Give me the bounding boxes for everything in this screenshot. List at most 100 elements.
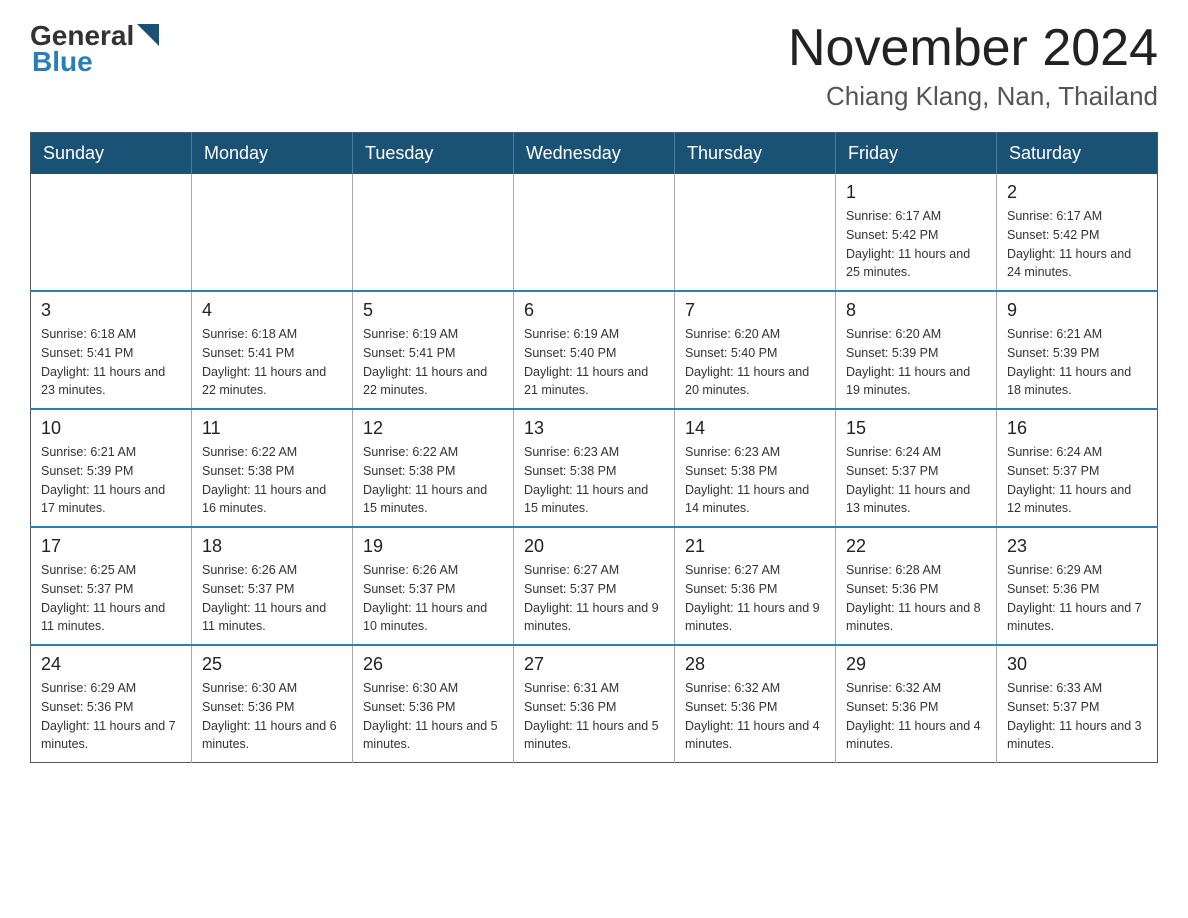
calendar-cell: 30 Sunrise: 6:33 AM Sunset: 5:37 PM Dayli… <box>997 645 1158 763</box>
day-info: Sunrise: 6:25 AM Sunset: 5:37 PM Dayligh… <box>41 561 181 636</box>
day-info: Sunrise: 6:29 AM Sunset: 5:36 PM Dayligh… <box>41 679 181 754</box>
day-number: 7 <box>685 300 825 321</box>
calendar-cell: 1 Sunrise: 6:17 AM Sunset: 5:42 PM Daylig… <box>836 174 997 291</box>
day-info: Sunrise: 6:17 AM Sunset: 5:42 PM Dayligh… <box>1007 207 1147 282</box>
day-info: Sunrise: 6:18 AM Sunset: 5:41 PM Dayligh… <box>202 325 342 400</box>
day-number: 5 <box>363 300 503 321</box>
day-number: 9 <box>1007 300 1147 321</box>
calendar-cell: 17 Sunrise: 6:25 AM Sunset: 5:37 PM Dayli… <box>31 527 192 645</box>
day-number: 23 <box>1007 536 1147 557</box>
calendar-cell <box>675 174 836 291</box>
logo-triangle-icon <box>137 24 159 46</box>
calendar-cell: 19 Sunrise: 6:26 AM Sunset: 5:37 PM Dayli… <box>353 527 514 645</box>
calendar-cell: 20Sunrise: 6:27 AM Sunset: 5:37 PM Dayli… <box>514 527 675 645</box>
day-info: Sunrise: 6:20 AM Sunset: 5:40 PM Dayligh… <box>685 325 825 400</box>
calendar-cell: 29 Sunrise: 6:32 AM Sunset: 5:36 PM Dayli… <box>836 645 997 763</box>
day-info: Sunrise: 6:22 AM Sunset: 5:38 PM Dayligh… <box>363 443 503 518</box>
day-info: Sunrise: 6:29 AM Sunset: 5:36 PM Dayligh… <box>1007 561 1147 636</box>
calendar-cell <box>31 174 192 291</box>
calendar-week-row: 17 Sunrise: 6:25 AM Sunset: 5:37 PM Dayli… <box>31 527 1158 645</box>
day-info: Sunrise: 6:26 AM Sunset: 5:37 PM Dayligh… <box>202 561 342 636</box>
day-number: 15 <box>846 418 986 439</box>
day-number: 2 <box>1007 182 1147 203</box>
logo-text-blue: Blue <box>32 46 159 78</box>
day-number: 18 <box>202 536 342 557</box>
calendar-cell: 13Sunrise: 6:23 AM Sunset: 5:38 PM Dayli… <box>514 409 675 527</box>
calendar-cell: 10 Sunrise: 6:21 AM Sunset: 5:39 PM Dayli… <box>31 409 192 527</box>
calendar-week-row: 24 Sunrise: 6:29 AM Sunset: 5:36 PM Dayli… <box>31 645 1158 763</box>
day-number: 25 <box>202 654 342 675</box>
calendar-week-row: 1 Sunrise: 6:17 AM Sunset: 5:42 PM Daylig… <box>31 174 1158 291</box>
calendar-cell <box>353 174 514 291</box>
day-info: Sunrise: 6:19 AM Sunset: 5:40 PM Dayligh… <box>524 325 664 400</box>
day-number: 30 <box>1007 654 1147 675</box>
day-info: Sunrise: 6:24 AM Sunset: 5:37 PM Dayligh… <box>846 443 986 518</box>
location-title: Chiang Klang, Nan, Thailand <box>788 81 1158 112</box>
day-info: Sunrise: 6:27 AM Sunset: 5:37 PM Dayligh… <box>524 561 664 636</box>
calendar-header-sunday: Sunday <box>31 133 192 175</box>
calendar-cell: 4Sunrise: 6:18 AM Sunset: 5:41 PM Daylig… <box>192 291 353 409</box>
logo: General Blue <box>30 20 159 78</box>
calendar-cell: 12 Sunrise: 6:22 AM Sunset: 5:38 PM Dayli… <box>353 409 514 527</box>
calendar-cell: 5Sunrise: 6:19 AM Sunset: 5:41 PM Daylig… <box>353 291 514 409</box>
day-info: Sunrise: 6:33 AM Sunset: 5:37 PM Dayligh… <box>1007 679 1147 754</box>
day-number: 21 <box>685 536 825 557</box>
calendar-cell: 3 Sunrise: 6:18 AM Sunset: 5:41 PM Daylig… <box>31 291 192 409</box>
calendar-week-row: 10 Sunrise: 6:21 AM Sunset: 5:39 PM Dayli… <box>31 409 1158 527</box>
calendar-cell: 11Sunrise: 6:22 AM Sunset: 5:38 PM Dayli… <box>192 409 353 527</box>
day-number: 1 <box>846 182 986 203</box>
calendar-cell: 22Sunrise: 6:28 AM Sunset: 5:36 PM Dayli… <box>836 527 997 645</box>
day-number: 10 <box>41 418 181 439</box>
day-number: 27 <box>524 654 664 675</box>
calendar-cell: 14 Sunrise: 6:23 AM Sunset: 5:38 PM Dayli… <box>675 409 836 527</box>
calendar-cell: 23 Sunrise: 6:29 AM Sunset: 5:36 PM Dayli… <box>997 527 1158 645</box>
day-number: 12 <box>363 418 503 439</box>
day-info: Sunrise: 6:18 AM Sunset: 5:41 PM Dayligh… <box>41 325 181 400</box>
calendar-cell: 15 Sunrise: 6:24 AM Sunset: 5:37 PM Dayli… <box>836 409 997 527</box>
day-info: Sunrise: 6:20 AM Sunset: 5:39 PM Dayligh… <box>846 325 986 400</box>
day-info: Sunrise: 6:21 AM Sunset: 5:39 PM Dayligh… <box>1007 325 1147 400</box>
day-info: Sunrise: 6:21 AM Sunset: 5:39 PM Dayligh… <box>41 443 181 518</box>
day-number: 26 <box>363 654 503 675</box>
calendar-cell: 18 Sunrise: 6:26 AM Sunset: 5:37 PM Dayli… <box>192 527 353 645</box>
day-info: Sunrise: 6:30 AM Sunset: 5:36 PM Dayligh… <box>363 679 503 754</box>
day-number: 17 <box>41 536 181 557</box>
calendar-cell: 2 Sunrise: 6:17 AM Sunset: 5:42 PM Daylig… <box>997 174 1158 291</box>
day-number: 3 <box>41 300 181 321</box>
calendar-header-wednesday: Wednesday <box>514 133 675 175</box>
calendar-header-saturday: Saturday <box>997 133 1158 175</box>
day-number: 24 <box>41 654 181 675</box>
day-info: Sunrise: 6:32 AM Sunset: 5:36 PM Dayligh… <box>685 679 825 754</box>
day-number: 19 <box>363 536 503 557</box>
day-number: 11 <box>202 418 342 439</box>
calendar-cell: 8 Sunrise: 6:20 AM Sunset: 5:39 PM Daylig… <box>836 291 997 409</box>
day-info: Sunrise: 6:23 AM Sunset: 5:38 PM Dayligh… <box>524 443 664 518</box>
day-info: Sunrise: 6:28 AM Sunset: 5:36 PM Dayligh… <box>846 561 986 636</box>
day-info: Sunrise: 6:17 AM Sunset: 5:42 PM Dayligh… <box>846 207 986 282</box>
day-info: Sunrise: 6:26 AM Sunset: 5:37 PM Dayligh… <box>363 561 503 636</box>
calendar-cell: 9 Sunrise: 6:21 AM Sunset: 5:39 PM Daylig… <box>997 291 1158 409</box>
calendar-cell: 26 Sunrise: 6:30 AM Sunset: 5:36 PM Dayli… <box>353 645 514 763</box>
calendar-cell: 16Sunrise: 6:24 AM Sunset: 5:37 PM Dayli… <box>997 409 1158 527</box>
calendar-week-row: 3 Sunrise: 6:18 AM Sunset: 5:41 PM Daylig… <box>31 291 1158 409</box>
calendar-cell: 6 Sunrise: 6:19 AM Sunset: 5:40 PM Daylig… <box>514 291 675 409</box>
calendar-table: SundayMondayTuesdayWednesdayThursdayFrid… <box>30 132 1158 763</box>
month-title: November 2024 <box>788 20 1158 77</box>
day-info: Sunrise: 6:32 AM Sunset: 5:36 PM Dayligh… <box>846 679 986 754</box>
day-info: Sunrise: 6:23 AM Sunset: 5:38 PM Dayligh… <box>685 443 825 518</box>
day-number: 14 <box>685 418 825 439</box>
day-number: 29 <box>846 654 986 675</box>
calendar-cell: 24 Sunrise: 6:29 AM Sunset: 5:36 PM Dayli… <box>31 645 192 763</box>
calendar-header-monday: Monday <box>192 133 353 175</box>
day-number: 8 <box>846 300 986 321</box>
page-header: General Blue November 2024 Chiang Klang,… <box>30 20 1158 112</box>
day-number: 6 <box>524 300 664 321</box>
calendar-header-friday: Friday <box>836 133 997 175</box>
calendar-cell: 7 Sunrise: 6:20 AM Sunset: 5:40 PM Daylig… <box>675 291 836 409</box>
calendar-cell: 25 Sunrise: 6:30 AM Sunset: 5:36 PM Dayli… <box>192 645 353 763</box>
calendar-cell: 28Sunrise: 6:32 AM Sunset: 5:36 PM Dayli… <box>675 645 836 763</box>
title-block: November 2024 Chiang Klang, Nan, Thailan… <box>788 20 1158 112</box>
calendar-header-tuesday: Tuesday <box>353 133 514 175</box>
day-info: Sunrise: 6:30 AM Sunset: 5:36 PM Dayligh… <box>202 679 342 754</box>
calendar-header-row: SundayMondayTuesdayWednesdayThursdayFrid… <box>31 133 1158 175</box>
